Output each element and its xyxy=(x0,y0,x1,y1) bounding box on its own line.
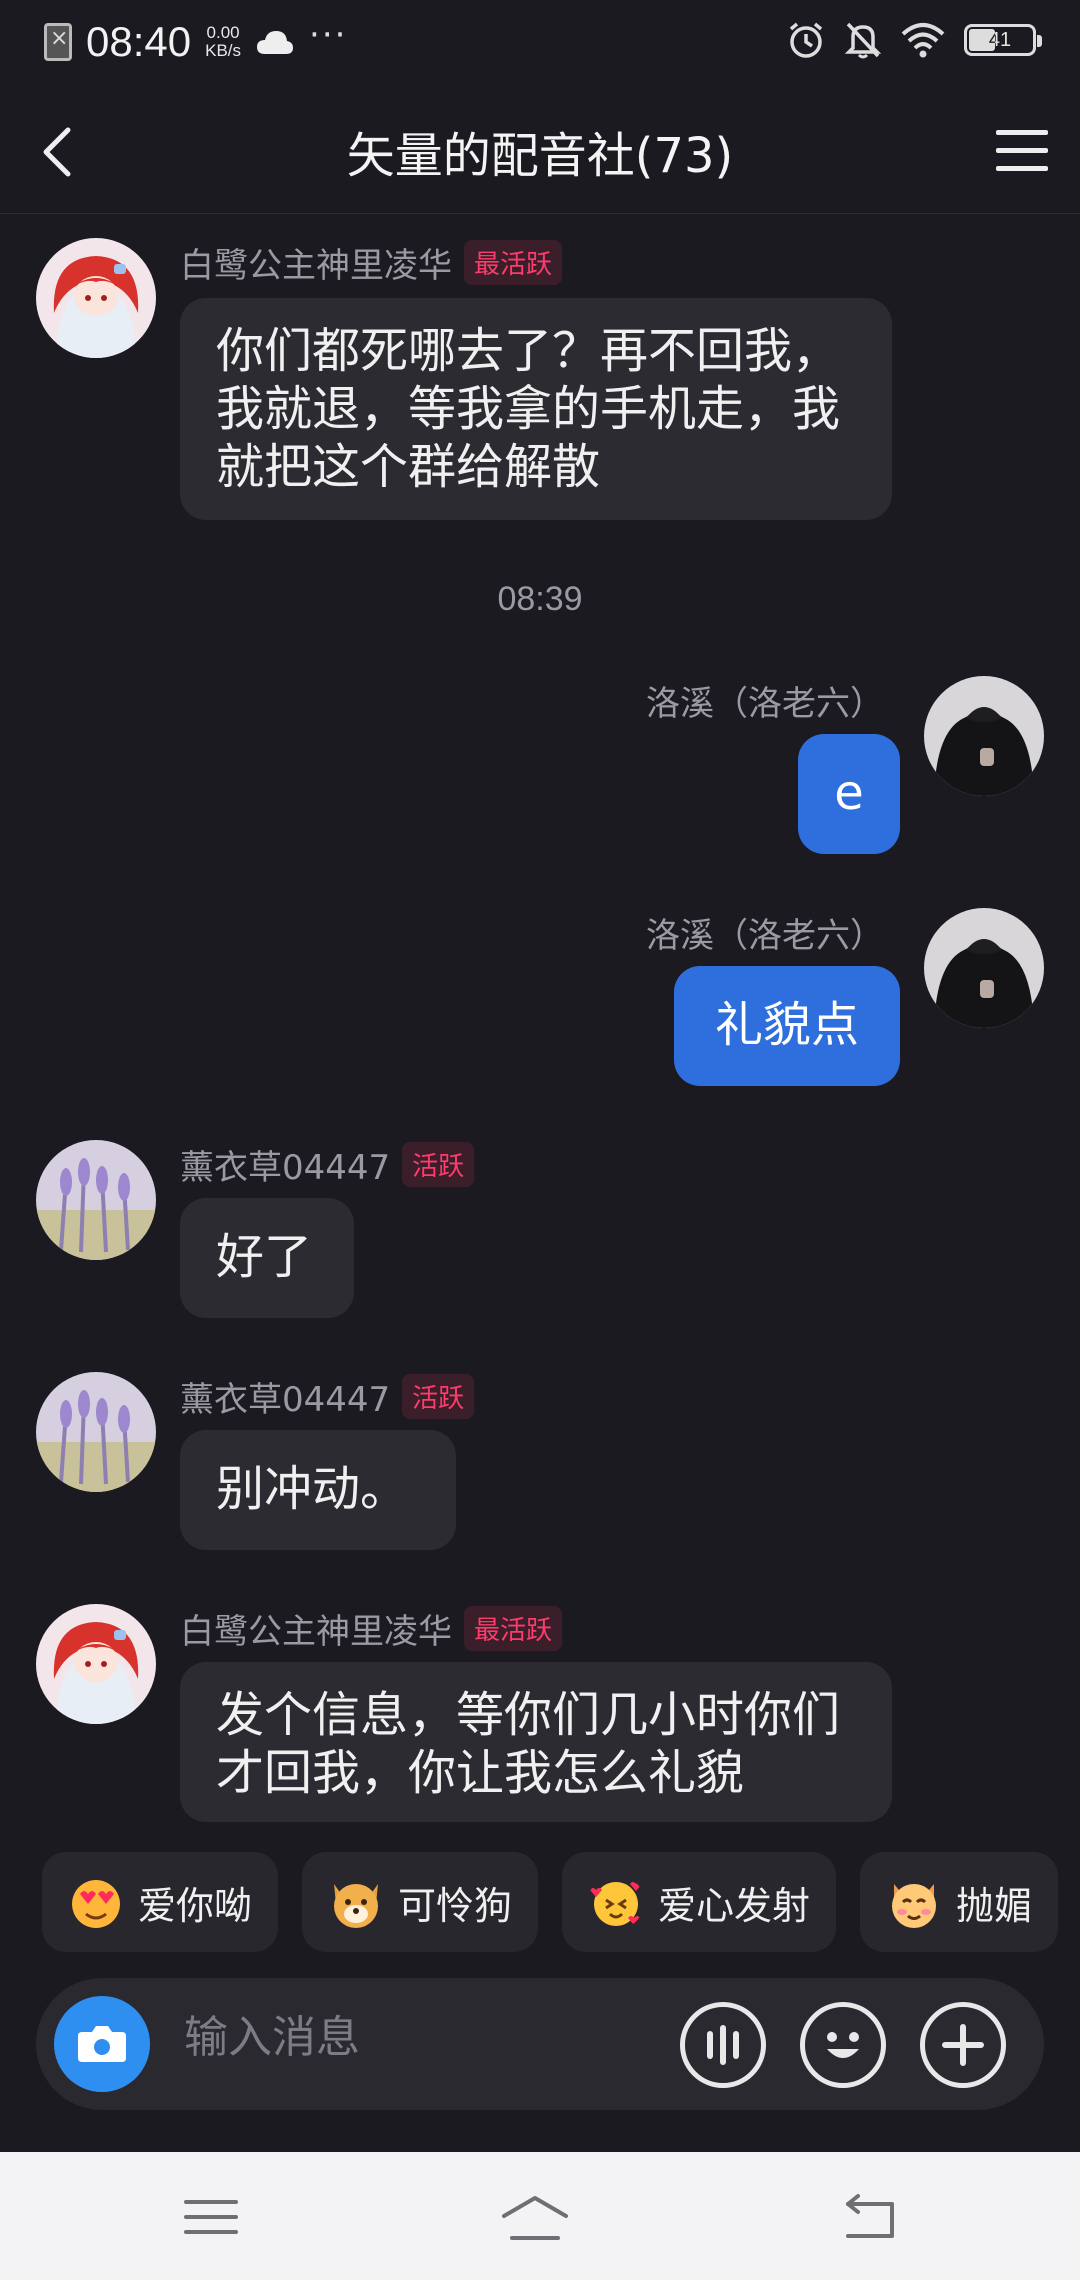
avatar-luoxi[interactable] xyxy=(924,908,1044,1028)
message-timestamp: 08:39 xyxy=(497,580,583,618)
network-speed-value: 0.00 xyxy=(206,23,240,42)
quick-reply-chip[interactable]: 可怜狗 xyxy=(302,1852,539,1952)
sender-name: 薰衣草04447 xyxy=(180,1148,391,1188)
camera-icon xyxy=(78,2026,126,2062)
sender-row: 白鹭公主神里凌华 最活跃 xyxy=(180,1604,563,1653)
status-bar: 08:40 0.00 KB/s ··· 41 xyxy=(0,0,1080,84)
voice-wave-icon xyxy=(707,2025,739,2065)
sender-name: 白鹭公主神里凌华 xyxy=(180,1612,452,1652)
sender-row: 洛溪（洛老六） xyxy=(646,676,884,725)
avatar-lavender[interactable] xyxy=(36,1140,156,1260)
sender-row: 薰衣草04447 活跃 xyxy=(180,1140,475,1189)
sender-name: 洛溪（洛老六） xyxy=(646,916,884,956)
status-time: 08:40 xyxy=(86,18,192,65)
mute-bell-icon xyxy=(844,22,882,59)
more-options-button[interactable] xyxy=(920,2002,1006,2088)
heart-eyes-emoji-icon xyxy=(72,1880,120,1928)
activity-badge: 最活跃 xyxy=(464,240,563,285)
chat-header: 矢量的配音社(73) xyxy=(0,90,1080,214)
message-bubble[interactable]: 礼貌点 xyxy=(674,966,900,1086)
quick-reply-chip[interactable]: 爱你呦 xyxy=(42,1852,279,1952)
message-bubble[interactable]: 别冲动。 xyxy=(180,1430,456,1550)
quick-reply-label: 爱心发射 xyxy=(658,1883,811,1928)
network-speed: 0.00 KB/s xyxy=(205,24,241,60)
heart-burst-emoji-icon xyxy=(590,1882,643,1926)
network-speed-unit: KB/s xyxy=(205,41,242,60)
message-bubble[interactable]: 好了 xyxy=(180,1198,354,1318)
quick-reply-label: 可怜狗 xyxy=(398,1883,513,1928)
message-bubble[interactable]: 你们都死哪去了？再不回我，我就退，等我拿的手机走，我就把这个群给解散 xyxy=(180,298,892,520)
activity-badge: 活跃 xyxy=(402,1142,475,1187)
smiley-icon xyxy=(827,2032,859,2058)
sender-row: 洛溪（洛老六） xyxy=(646,908,884,957)
alarm-icon xyxy=(789,22,823,58)
quick-reply-chip[interactable]: 爱心发射 xyxy=(562,1852,837,1952)
recent-apps-icon[interactable] xyxy=(176,2182,246,2252)
system-nav-bar xyxy=(0,2152,1080,2280)
sender-name: 薰衣草04447 xyxy=(180,1380,391,1420)
battery-level: 41 xyxy=(988,28,1012,51)
chat-title: 矢量的配音社(73) xyxy=(346,128,734,184)
battery-indicator: 41 xyxy=(964,24,1042,56)
message-bubble[interactable]: e xyxy=(798,734,900,854)
voice-button[interactable] xyxy=(680,2002,766,2088)
message-bubble[interactable]: 发个信息，等你们几小时你们才回我，你让我怎么礼貌 xyxy=(180,1662,892,1822)
sender-name: 白鹭公主神里凌华 xyxy=(180,246,452,286)
wifi-icon xyxy=(901,23,945,58)
back-nav-icon[interactable] xyxy=(834,2182,904,2252)
wink-emoji-icon xyxy=(892,1884,937,1928)
quick-reply-bar: 爱你呦 可怜狗 爱心发射 抛媚 xyxy=(42,1852,1059,1952)
message-input-bar xyxy=(36,1978,1044,2110)
home-icon[interactable] xyxy=(500,2182,570,2252)
avatar-shirasagi[interactable] xyxy=(36,238,156,358)
message-input[interactable] xyxy=(184,2012,664,2063)
quick-reply-label: 爱你呦 xyxy=(138,1883,253,1928)
sender-row: 薰衣草04447 活跃 xyxy=(180,1372,475,1421)
emoji-button[interactable] xyxy=(800,2002,886,2088)
no-sim-icon xyxy=(44,23,72,61)
activity-badge: 活跃 xyxy=(402,1374,475,1419)
plus-icon xyxy=(942,2024,984,2066)
puppy-emoji-icon xyxy=(334,1884,379,1928)
sender-row: 白鹭公主神里凌华 最活跃 xyxy=(180,238,563,287)
avatar-lavender[interactable] xyxy=(36,1372,156,1492)
avatar-luoxi[interactable] xyxy=(924,676,1044,796)
more-notifications-icon: ··· xyxy=(309,15,348,55)
camera-button[interactable] xyxy=(54,1996,150,2092)
activity-badge: 最活跃 xyxy=(464,1606,563,1651)
cloud-icon xyxy=(257,31,294,54)
quick-reply-label: 抛媚 xyxy=(956,1883,1033,1928)
avatar-shirasagi[interactable] xyxy=(36,1604,156,1724)
quick-reply-chip[interactable]: 抛媚 xyxy=(860,1852,1059,1952)
sender-name: 洛溪（洛老六） xyxy=(646,684,884,724)
back-arrow-icon[interactable] xyxy=(30,118,90,186)
menu-icon[interactable] xyxy=(994,126,1050,174)
